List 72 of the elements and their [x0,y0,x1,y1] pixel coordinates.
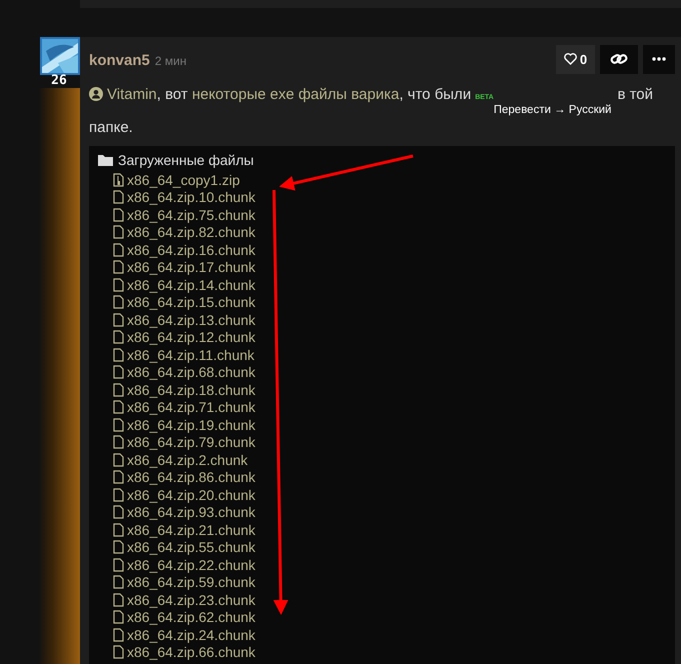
file-link[interactable]: x86_64.zip.18.chunk [127,382,256,398]
more-button[interactable] [643,44,675,74]
link-button[interactable] [600,44,638,74]
file-icon [113,610,124,624]
zip-file-icon [113,172,124,187]
file-link[interactable]: x86_64.zip.82.chunk [127,224,256,240]
file-link[interactable]: x86_64.zip.20.chunk [127,486,256,503]
username[interactable]: konvan5 [89,52,150,68]
file-link[interactable]: x86_64.zip.93.chunk [127,504,256,520]
file-link[interactable]: x86_64.zip.68.chunk [127,364,256,380]
file-link[interactable]: x86_64.zip.66.chunk [127,644,256,660]
attachments-title: Загруженные файлы [118,152,254,168]
file-icon [113,488,124,502]
file-link[interactable]: x86_64.zip.14.chunk [127,276,256,293]
file-link[interactable]: x86_64.zip.12.chunk [127,329,256,346]
file-icon [113,330,124,344]
file-link[interactable]: x86_64_copy1.zip [127,172,240,188]
file-link[interactable]: x86_64.zip.21.chunk [127,522,256,538]
file-icon [113,312,124,327]
file-icon [113,645,124,660]
file-link[interactable]: x86_64.zip.86.chunk [127,469,256,486]
file-icon [113,208,124,222]
file-link[interactable]: x86_64.zip.2.chunk [127,452,248,468]
file-link[interactable]: x86_64.zip.15.chunk [127,294,256,310]
link-icon [610,52,628,66]
like-button[interactable]: 0 [556,44,595,74]
file-link[interactable]: x86_64.zip.10.chunk [127,189,256,206]
file-icon [113,558,124,572]
user-icon [89,87,103,101]
file-icon [113,348,124,362]
post-time: 2 мин [154,54,186,68]
file-link[interactable]: x86_64.zip.55.chunk [127,539,256,556]
file-icon [113,365,124,380]
file-link[interactable]: x86_64.zip.23.chunk [127,592,256,608]
file-icon [113,382,124,397]
file-icon [113,400,124,414]
file-link[interactable]: x86_64.zip.75.chunk [127,206,256,223]
file-link[interactable]: x86_64.zip.22.chunk [127,556,256,573]
file-link[interactable]: x86_64.zip.24.chunk [127,626,256,643]
file-icon [113,540,124,554]
file-icon [113,628,124,642]
file-icon [113,575,124,590]
file-icon [113,278,124,292]
folder-icon [98,154,113,166]
file-icon [113,295,124,310]
file-icon [113,522,124,537]
avatar[interactable] [40,37,80,75]
file-icon [113,418,124,432]
file-link[interactable]: x86_64.zip.71.chunk [127,399,256,416]
heart-icon [564,53,577,65]
file-icon [113,505,124,520]
file-link[interactable]: x86_64.zip.59.chunk [127,574,256,590]
file-icon [113,242,124,257]
user-mention-link[interactable]: Vitamin [107,86,157,103]
translate-link[interactable]: Перевести → Русский [494,101,612,119]
file-link[interactable]: x86_64.zip.16.chunk [127,242,256,258]
file-icon [113,435,124,450]
post-link[interactable]: некоторые exe файлы варика [192,86,400,103]
file-link[interactable]: x86_64.zip.11.chunk [127,346,254,363]
file-link[interactable]: x86_64.zip.62.chunk [127,609,256,626]
file-icon [113,452,124,467]
more-icon [652,57,666,61]
post-count: 26 [51,74,67,88]
file-link[interactable]: x86_64.zip.79.chunk [127,434,256,450]
file-icon [113,225,124,240]
file-icon [113,592,124,607]
file-icon [113,260,124,274]
file-link[interactable]: x86_64.zip.19.chunk [127,416,256,433]
file-link[interactable]: x86_64.zip.17.chunk [127,259,256,276]
file-link[interactable]: x86_64.zip.13.chunk [127,312,256,328]
file-icon [113,470,124,484]
file-icon [113,190,124,204]
